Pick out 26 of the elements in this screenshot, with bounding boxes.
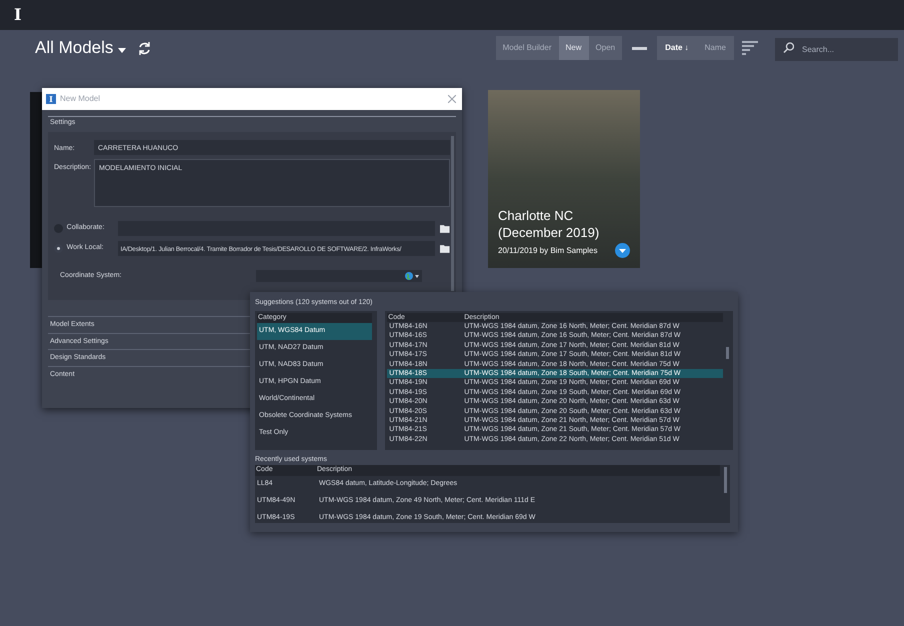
- refresh-icon[interactable]: [137, 40, 152, 56]
- caret-down-icon[interactable]: [118, 48, 126, 52]
- radio-button[interactable]: [54, 244, 63, 253]
- app-logo: I: [14, 4, 22, 26]
- search-icon: [783, 42, 794, 52]
- minus-icon[interactable]: [632, 46, 648, 50]
- folder-icon[interactable]: [440, 244, 450, 252]
- close-icon[interactable]: [448, 95, 456, 103]
- scrollbar[interactable]: [724, 467, 727, 493]
- model-card[interactable]: Charlotte NC (December 2019) 20/11/2019 by Bim Samples: [488, 90, 640, 268]
- caret-down-icon: [415, 274, 419, 278]
- scrollbar[interactable]: [451, 136, 454, 291]
- coordinate-dropdown[interactable]: [256, 270, 422, 282]
- search-field[interactable]: Search...: [775, 38, 898, 60]
- download-icon[interactable]: [615, 243, 630, 258]
- dialog-logo: I: [46, 94, 56, 104]
- globe-icon: [405, 272, 413, 280]
- sort-icon[interactable]: [742, 41, 758, 55]
- folder-icon[interactable]: [440, 224, 450, 232]
- sort-button[interactable]: Date ↓: [657, 36, 697, 60]
- model-subtitle: 20/11/2019 by Bim Samples: [498, 244, 598, 256]
- model-title: Charlotte NC (December 2019): [498, 207, 600, 241]
- dialog-title: New Model: [60, 93, 102, 105]
- toolbar-button[interactable]: New: [558, 36, 589, 60]
- scrollbar[interactable]: [726, 347, 729, 359]
- page-title: All Models: [35, 37, 114, 60]
